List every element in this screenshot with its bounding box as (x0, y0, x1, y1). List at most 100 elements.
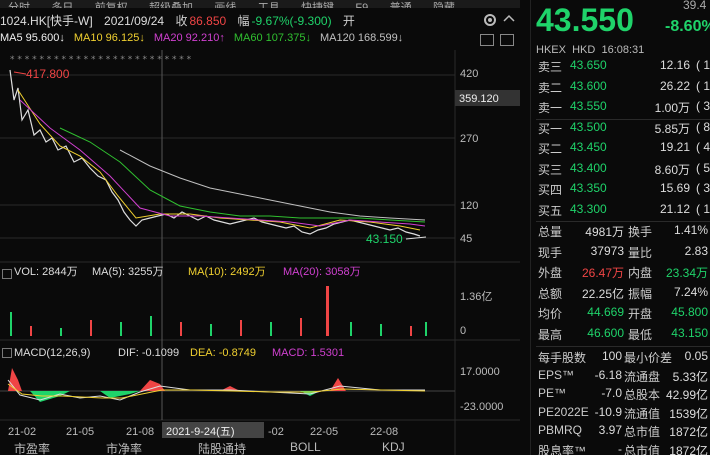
fund-value: 42.99亿 (665, 388, 708, 403)
close-pane-icon[interactable] (500, 34, 514, 46)
toolbar-item-multiday[interactable]: 多日 (51, 0, 73, 8)
fund-value: -6.18 (594, 367, 622, 382)
change-value: -9.67%(-9.300) (251, 14, 332, 28)
vol-tick-max: 1.36亿 (460, 290, 492, 303)
stat-value: 1.41% (673, 223, 708, 237)
toolbar-item-overlay[interactable]: 超级叠加 (149, 0, 193, 8)
bid-row[interactable]: 买五 43.300 21.12 ( 11 (536, 202, 710, 220)
ma120-label: MA120 168.599↓ (320, 32, 404, 44)
macd-value: MACD: 1.5301 (272, 347, 344, 359)
ob-price: 43.650 (570, 58, 607, 72)
toolbar-item-f9[interactable]: F9 (355, 2, 368, 8)
expand-icon[interactable] (502, 12, 516, 29)
stat-value: 43.150 (671, 325, 708, 340)
vol-pane-settings-icon[interactable] (2, 269, 12, 279)
bid-row[interactable]: 买四 43.350 15.69 ( 3) (536, 181, 710, 199)
toolbar-item-hide[interactable]: 隐藏 (433, 0, 455, 8)
stat-row: 总量 4981万 换手 1.41% (536, 223, 710, 241)
chart-toolbar: 分时 多日 前复权 超级叠加 画线 工具 快捷键 F9 普通 隐藏 (0, 0, 520, 8)
ob-level-label: 买二 (538, 142, 563, 156)
fund-label: 流通盘 (624, 369, 661, 384)
stat-row: 最高 46.600 最低 43.150 (536, 326, 710, 344)
ob-qty: 19.21 (659, 140, 690, 154)
fund-label: PE™ (538, 386, 567, 401)
macd-dea: DEA: -0.8749 (190, 347, 256, 359)
fund-value: - (618, 442, 622, 455)
ob-qty: 5.85万 (654, 121, 690, 136)
ob-price: 43.400 (570, 160, 607, 175)
ob-level-label: 卖二 (538, 80, 563, 95)
stat-value: 7.24% (673, 284, 708, 299)
fund-label: PBMRQ (538, 423, 583, 438)
bid-row[interactable]: 买二 43.450 19.21 ( 4) (536, 140, 710, 158)
stat-label: 内盘 (628, 266, 653, 280)
fund-value: 100 (601, 349, 622, 363)
ob-count: ( 17 (696, 78, 710, 93)
tab-kdj[interactable]: KDJ (382, 440, 405, 455)
stat-row: 总额 22.25亿 振幅 7.24% (536, 285, 710, 303)
fund-label: 每手股数 (538, 351, 587, 365)
toolbar-item-shortcuts[interactable]: 快捷键 (301, 0, 334, 8)
stat-row: 现手 37973 量比 2.83 (536, 244, 710, 262)
fundamental-row: 股息率™ - 总市值 1872亿 (536, 442, 710, 455)
tab-pe[interactable]: 市盈率 (14, 440, 50, 455)
macd-name: MACD(12,26,9) (14, 347, 90, 359)
stat-label: 振幅 (628, 286, 653, 301)
ob-count: ( 11 (696, 201, 710, 216)
tab-hk-connect[interactable]: 陆股通持 (198, 440, 246, 455)
ma20-line (19, 99, 426, 227)
kline-chart[interactable]: * * * * * * * * * * * * * * * * * * * * … (0, 50, 520, 455)
ob-level-label: 买五 (538, 203, 563, 218)
toolbar-item-draw[interactable]: 画线 (214, 0, 236, 8)
bid-row[interactable]: 买三 43.400 8.60万 ( 5) (536, 161, 710, 179)
fund-label: 股息率™ (538, 444, 587, 455)
ob-level-label: 买四 (538, 183, 563, 197)
ob-count: ( 13 (696, 58, 710, 72)
ask-row[interactable]: 卖三 43.650 12.16 ( 13 (536, 58, 710, 76)
bid-row[interactable]: 买一 43.500 5.85万 ( 8) (536, 120, 710, 138)
vol-tick-zero: 0 (460, 325, 466, 337)
toolbar-item-adjust[interactable]: 前复权 (95, 0, 128, 8)
stat-label: 最高 (538, 327, 563, 342)
ob-count: ( 4) (696, 140, 710, 154)
vol-ma20-label: MA(20): 3058万 (283, 266, 361, 278)
ob-qty: 26.22 (659, 78, 690, 93)
toolbar-item-normal[interactable]: 普通 (390, 0, 412, 8)
side-top-value: 39.4 (683, 0, 707, 12)
stat-value: 45.800 (671, 305, 708, 319)
quote-date: 2021/09/24 (104, 14, 165, 28)
stat-row: 均价 44.669 开盘 45.800 (536, 305, 710, 323)
stat-label: 总量 (538, 225, 563, 239)
settings-gear-icon[interactable] (482, 12, 498, 31)
fund-label: 总市值 (624, 444, 661, 455)
macd-pane-settings-icon[interactable] (2, 348, 12, 358)
ob-count: ( 5) (696, 160, 710, 175)
ask-row[interactable]: 卖一 43.550 1.00万 ( 3) (536, 99, 710, 117)
stat-value: 2.83 (684, 243, 708, 258)
tab-pb[interactable]: 市净率 (106, 440, 142, 455)
price-tick-120: 120 (460, 200, 478, 212)
close-label: 收 (175, 14, 188, 28)
ob-level-label: 卖一 (538, 101, 563, 115)
macd-tick-min: -23.0000 (460, 401, 503, 413)
stat-label: 量比 (628, 245, 653, 260)
ma60-label: MA60 107.375↓ (233, 32, 311, 44)
ob-price: 43.500 (570, 119, 607, 134)
ask-row[interactable]: 卖二 43.600 26.22 ( 17 (536, 79, 710, 97)
ob-count: ( 8) (696, 119, 710, 134)
ob-qty: 8.60万 (654, 162, 690, 177)
tab-boll[interactable]: BOLL (290, 440, 321, 455)
indicator-settings-icon[interactable] (480, 34, 494, 46)
macd-dif: DIF: -0.1099 (118, 347, 179, 359)
ob-qty: 21.12 (659, 201, 690, 216)
crosshair-date: 2021-9-24(五) (166, 426, 234, 438)
ob-qty: 15.69 (659, 181, 690, 195)
fund-value: 3.97 (598, 423, 622, 438)
stat-label: 总额 (538, 286, 563, 301)
fundamental-row: 每手股数 100 最小价差 0.05 (536, 349, 710, 367)
macd-tick-max: 17.0000 (460, 366, 500, 378)
x-label-2205: 22-05 (310, 426, 338, 438)
toolbar-item-fenshi[interactable]: 分时 (8, 0, 30, 8)
stat-value: 22.25亿 (581, 286, 624, 301)
toolbar-item-tools[interactable]: 工具 (258, 0, 280, 8)
